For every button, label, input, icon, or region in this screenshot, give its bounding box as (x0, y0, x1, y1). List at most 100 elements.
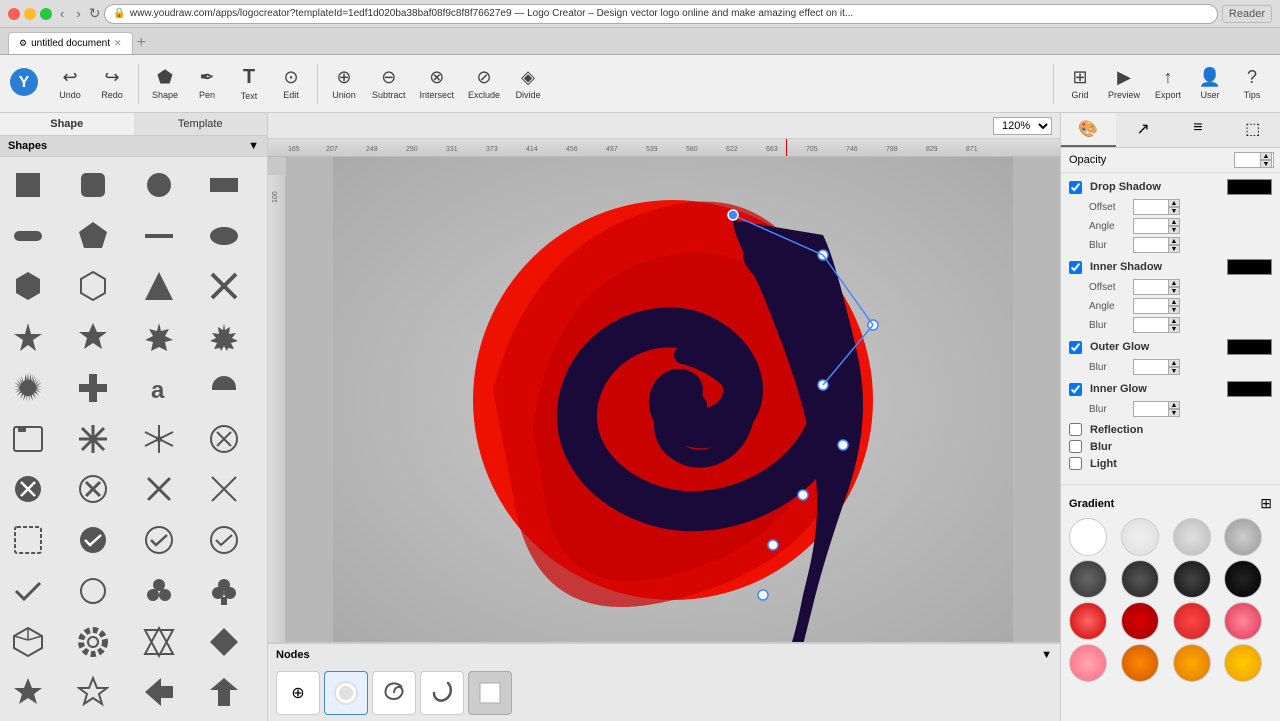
node-spiral-tool[interactable] (372, 671, 416, 715)
tab-close-button[interactable]: ✕ (114, 38, 122, 49)
shape-square[interactable] (4, 161, 52, 209)
user-button[interactable]: 👤 User (1190, 63, 1230, 104)
back-button[interactable]: ‹ (56, 4, 68, 23)
gradient-swatch-g13[interactable] (1069, 644, 1107, 682)
gradient-swatch-g1[interactable] (1069, 518, 1107, 556)
shape-tool-button[interactable]: ⬟ Shape (145, 63, 185, 104)
export-button[interactable]: ↑ Export (1148, 63, 1188, 104)
shape-ring[interactable] (69, 567, 117, 615)
close-button[interactable] (8, 8, 20, 20)
shape-x[interactable] (200, 262, 248, 310)
union-button[interactable]: ⊕ Union (324, 63, 364, 104)
light-checkbox[interactable] (1069, 457, 1082, 470)
ds-offset-up[interactable]: ▲ (1168, 199, 1180, 207)
outer-glow-checkbox[interactable] (1069, 341, 1082, 354)
grid-button[interactable]: ⊞ Grid (1060, 63, 1100, 104)
inner-glow-checkbox[interactable] (1069, 383, 1082, 396)
drop-shadow-checkbox[interactable] (1069, 181, 1082, 194)
address-bar[interactable]: 🔒 www.youdraw.com/apps/logocreator?templ… (104, 4, 1218, 24)
shape-x-thin[interactable] (200, 465, 248, 513)
reflection-checkbox[interactable] (1069, 423, 1082, 436)
shape-6star[interactable] (69, 313, 117, 361)
refresh-icon[interactable]: ↻ (89, 5, 101, 22)
shape-diamond[interactable] (200, 618, 248, 666)
is-blur-down[interactable]: ▼ (1168, 325, 1180, 333)
layers-tab-icon[interactable]: ⬚ (1225, 113, 1280, 147)
shape-hexagon-outline[interactable] (69, 262, 117, 310)
shape-x-round[interactable] (135, 465, 183, 513)
maximize-button[interactable] (40, 8, 52, 20)
outer-glow-color[interactable] (1227, 339, 1272, 355)
shape-pentagon[interactable] (69, 212, 117, 260)
shape-letter-a[interactable]: a (135, 364, 183, 412)
edit-tool-button[interactable]: ⊙ Edit (271, 63, 311, 104)
og-blur-down[interactable]: ▼ (1168, 367, 1180, 375)
shape-rounded-rect[interactable] (69, 161, 117, 209)
shape-x-circle-2[interactable] (4, 465, 52, 513)
shape-check-circle-2[interactable] (200, 516, 248, 564)
gradient-swatch-g10[interactable] (1121, 602, 1159, 640)
ds-angle-up[interactable]: ▲ (1168, 218, 1180, 226)
shape-gear[interactable] (69, 618, 117, 666)
gradient-swatch-g6[interactable] (1121, 560, 1159, 598)
shape-rect-tab[interactable] (4, 415, 52, 463)
blur-checkbox[interactable] (1069, 440, 1082, 453)
gradient-swatch-g5[interactable] (1069, 560, 1107, 598)
shape-8star[interactable] (135, 313, 183, 361)
drop-shadow-color[interactable] (1227, 179, 1272, 195)
is-blur-up[interactable]: ▲ (1168, 317, 1180, 325)
gradient-swatch-g9[interactable] (1069, 602, 1107, 640)
node-circle-tool[interactable] (324, 671, 368, 715)
shape-arrow-left[interactable] (135, 668, 183, 716)
gradient-swatch-g14[interactable] (1121, 644, 1159, 682)
minimize-button[interactable] (24, 8, 36, 20)
inner-glow-color[interactable] (1227, 381, 1272, 397)
shape-oval[interactable] (200, 212, 248, 260)
ds-angle-down[interactable]: ▼ (1168, 226, 1180, 234)
gradient-swatch-g3[interactable] (1173, 518, 1211, 556)
shape-5star-outline[interactable] (69, 668, 117, 716)
pen-tool-button[interactable]: ✒ Pen (187, 63, 227, 104)
reader-button[interactable]: Reader (1222, 5, 1272, 23)
opacity-down[interactable]: ▼ (1260, 160, 1272, 168)
shape-checkbox[interactable] (4, 516, 52, 564)
new-tab-button[interactable]: + (137, 34, 146, 52)
shape-asterisk2[interactable] (135, 415, 183, 463)
node-shape-tool[interactable] (468, 671, 512, 715)
shape-pill[interactable] (4, 212, 52, 260)
align-tab-icon[interactable]: ≡ (1171, 113, 1226, 147)
transform-tab-icon[interactable]: ↗ (1116, 113, 1171, 147)
shapes-expand-icon[interactable]: ▼ (248, 140, 259, 152)
inner-shadow-checkbox[interactable] (1069, 261, 1082, 274)
shape-asterisk[interactable] (69, 415, 117, 463)
ds-blur-down[interactable]: ▼ (1168, 245, 1180, 253)
exclude-button[interactable]: ⊘ Exclude (462, 63, 506, 104)
is-angle-up[interactable]: ▲ (1168, 298, 1180, 306)
redo-button[interactable]: ↪ Redo (92, 63, 132, 104)
shape-rectangle[interactable] (200, 161, 248, 209)
shape-5star[interactable] (4, 668, 52, 716)
shape-cube[interactable] (4, 618, 52, 666)
ig-blur-up[interactable]: ▲ (1168, 401, 1180, 409)
tab-shape[interactable]: Shape (0, 113, 134, 135)
shape-check-circle[interactable] (69, 516, 117, 564)
shape-sunburst[interactable] (4, 364, 52, 412)
design-canvas[interactable] (333, 157, 1013, 642)
gradient-swatch-g16[interactable] (1224, 644, 1262, 682)
shape-line[interactable] (135, 212, 183, 260)
gradient-swatch-g2[interactable] (1121, 518, 1159, 556)
shape-triangle[interactable] (135, 262, 183, 310)
shape-hexagon[interactable] (4, 262, 52, 310)
shape-check-outline[interactable] (135, 516, 183, 564)
shape-arrow-up[interactable] (200, 668, 248, 716)
gradient-swatch-g11[interactable] (1173, 602, 1211, 640)
shape-x-circle-3[interactable] (69, 465, 117, 513)
divide-button[interactable]: ◈ Divide (508, 63, 548, 104)
ig-blur-down[interactable]: ▼ (1168, 409, 1180, 417)
og-blur-up[interactable]: ▲ (1168, 359, 1180, 367)
zoom-select[interactable]: 120% 100% 80% 150% (993, 117, 1052, 135)
node-hook-tool[interactable] (420, 671, 464, 715)
is-angle-down[interactable]: ▼ (1168, 306, 1180, 314)
undo-button[interactable]: ↩ Undo (50, 63, 90, 104)
gradient-swatch-g8[interactable] (1224, 560, 1262, 598)
